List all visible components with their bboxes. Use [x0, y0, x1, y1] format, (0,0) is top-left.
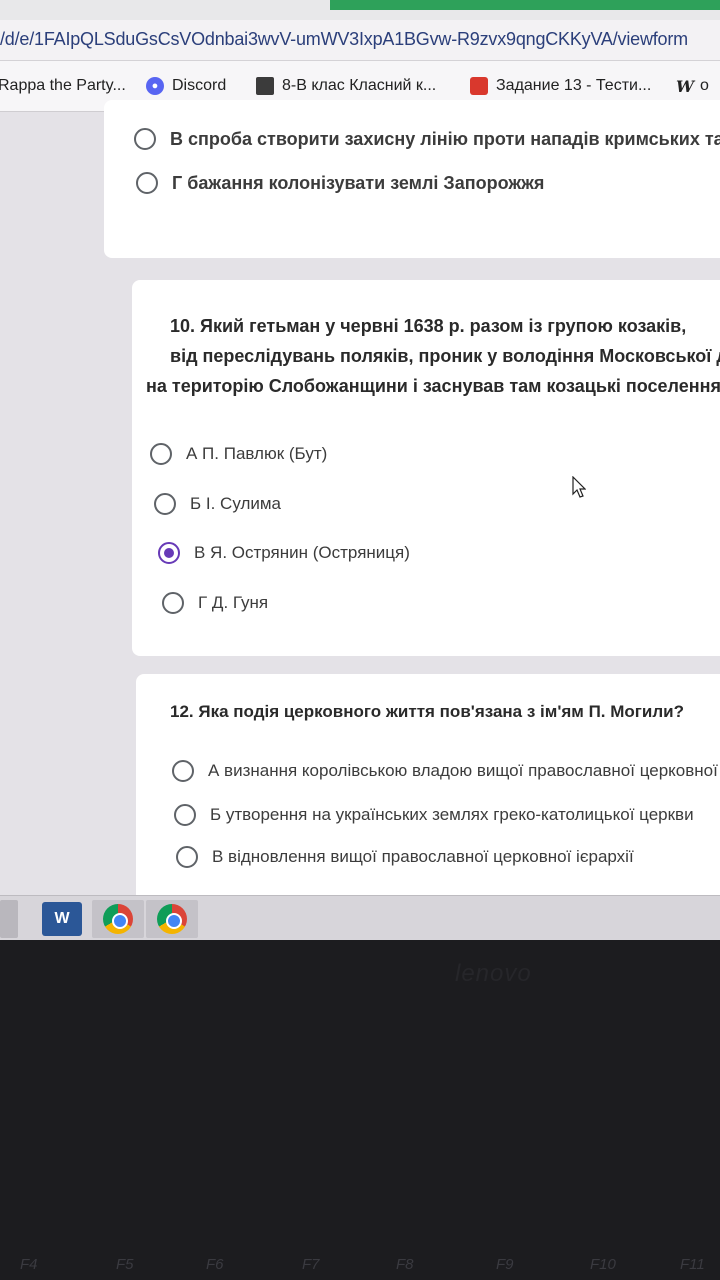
laptop-brand-logo: lenovo: [455, 960, 532, 987]
screen: /d/e/1FAIpQLSduGsCsVOdnbai3wvV-umWV3IxpA…: [0, 0, 720, 940]
option-label: В відновлення вищої православної церковн…: [212, 847, 634, 866]
option-label: Г Д. Гуня: [198, 593, 269, 612]
fkey: F9: [496, 1256, 514, 1273]
word-taskbar-icon[interactable]: W: [42, 902, 82, 936]
bookmark-label: 8-В клас Класний к...: [282, 77, 437, 94]
question-text-line-2: від переслідувань поляків, проник у воло…: [170, 346, 720, 366]
bookmark-label: Задание 13 - Тести...: [496, 77, 652, 94]
radio-button[interactable]: [154, 493, 176, 515]
fkey: F7: [302, 1256, 320, 1273]
fkey: F11: [680, 1256, 705, 1273]
option-v[interactable]: В Я. Острянин (Остряниця): [158, 542, 410, 564]
chrome-icon: [157, 904, 187, 934]
bookmark-wikipedia[interactable]: W о: [676, 77, 709, 96]
bookmark-label: Rappa the Party...: [0, 77, 126, 94]
chrome-taskbar-button-2[interactable]: [146, 900, 198, 938]
question-card-9: В спроба створити захисну лінію проти на…: [104, 100, 720, 258]
fkey: F8: [396, 1256, 414, 1273]
active-tab[interactable]: [330, 0, 720, 10]
radio-button[interactable]: [136, 172, 158, 194]
bookmark-label: о: [700, 77, 709, 94]
start-button[interactable]: [0, 900, 18, 938]
question-card-12: 12. Яка подія церковного життя пов'язана…: [136, 674, 720, 914]
chrome-taskbar-button-1[interactable]: [92, 900, 144, 938]
bookmark-discord[interactable]: ● Discord: [146, 77, 226, 95]
radio-button[interactable]: [174, 804, 196, 826]
fkey: F10: [590, 1256, 616, 1273]
radio-button[interactable]: [176, 846, 198, 868]
option-b[interactable]: Б утворення на українських землях греко-…: [174, 804, 694, 826]
question-card-10: 10. Який гетьман у червні 1638 р. разом …: [132, 280, 720, 656]
option-b[interactable]: Б І. Сулима: [154, 493, 281, 515]
question-title: 12. Яка подія церковного життя пов'язана…: [170, 702, 684, 721]
option-h[interactable]: Г бажання колонізувати землі Запорожжя: [136, 172, 544, 194]
discord-icon: ●: [146, 77, 164, 95]
option-label: В спроба створити захисну лінію проти на…: [170, 128, 720, 149]
option-label: Б І. Сулима: [190, 494, 282, 513]
option-label: Г бажання колонізувати землі Запорожжя: [172, 172, 545, 193]
fkey: F5: [116, 1256, 134, 1273]
bookmark-classroom[interactable]: 8-В клас Класний к...: [256, 77, 436, 95]
option-h[interactable]: Г Д. Гуня: [162, 592, 268, 614]
radio-button[interactable]: [162, 592, 184, 614]
address-bar[interactable]: /d/e/1FAIpQLSduGsCsVOdnbai3wvV-umWV3IxpA…: [0, 20, 720, 61]
option-v[interactable]: В відновлення вищої православної церковн…: [176, 846, 634, 868]
url-text[interactable]: /d/e/1FAIpQLSduGsCsVOdnbai3wvV-umWV3IxpA…: [0, 29, 688, 50]
option-label: А П. Павлюк (Бут): [186, 444, 328, 463]
fkey: F6: [206, 1256, 224, 1273]
radio-button[interactable]: [134, 128, 156, 150]
chrome-icon: [103, 904, 133, 934]
radio-button[interactable]: [150, 443, 172, 465]
option-a[interactable]: А П. Павлюк (Бут): [150, 443, 327, 465]
option-label: Б утворення на українських землях греко-…: [210, 805, 694, 824]
option-label: А визнання королівською владою вищої пра…: [208, 761, 720, 780]
function-key-row: F4 F5 F6 F7 F8 F9 F10 F11: [0, 1256, 720, 1280]
radio-button[interactable]: [172, 760, 194, 782]
quiz-icon: [470, 77, 488, 95]
question-text-line-1: 10. Який гетьман у червні 1638 р. разом …: [170, 316, 687, 336]
question-text-line-3: на територію Слобожанщини і заснував там…: [146, 376, 720, 396]
fkey: F4: [20, 1256, 38, 1273]
bookmark-rappa[interactable]: Rappa the Party...: [0, 77, 126, 95]
classroom-icon: [256, 77, 274, 95]
bookmark-label: Discord: [172, 77, 227, 94]
radio-button-selected[interactable]: [158, 542, 180, 564]
option-a[interactable]: А визнання королівською владою вищої пра…: [172, 760, 720, 782]
option-label: В Я. Острянин (Остряниця): [194, 543, 410, 562]
mouse-cursor-icon: [572, 476, 586, 498]
tab-strip: [0, 0, 720, 20]
wikipedia-icon: W: [676, 77, 694, 96]
bookmark-quiz[interactable]: Задание 13 - Тести...: [470, 77, 651, 95]
taskbar: W: [0, 895, 720, 940]
option-v[interactable]: В спроба створити захисну лінію проти на…: [134, 128, 720, 150]
